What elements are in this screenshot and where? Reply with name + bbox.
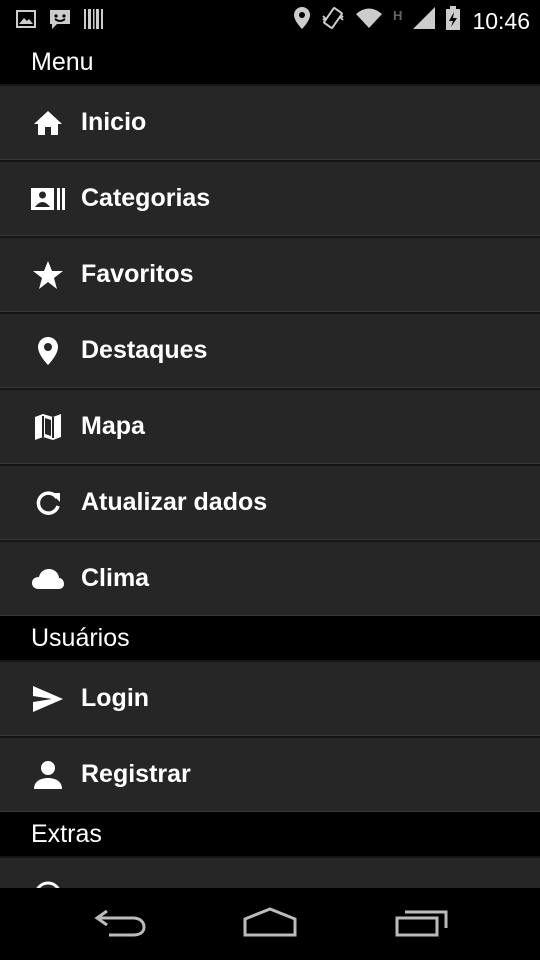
section-header-menu: Menu (0, 40, 540, 84)
menu-item-atualizar-dados[interactable]: Atualizar dados (0, 464, 540, 540)
notification-icons (16, 8, 104, 35)
recents-button[interactable] (392, 906, 452, 942)
wifi-icon (355, 7, 383, 34)
menu-item-label: Inicio (81, 108, 147, 136)
signal-icon (412, 6, 436, 35)
system-icons: H 10:46 (293, 6, 530, 35)
info-icon (30, 877, 66, 888)
menu-item-favoritos[interactable]: Favoritos (0, 236, 540, 312)
home-button[interactable] (240, 906, 300, 942)
network-type-badge: H (393, 8, 403, 23)
menu-item-label: Destaques (81, 336, 208, 364)
menu-item-destaques[interactable]: Destaques (0, 312, 540, 388)
battery-charging-icon (446, 6, 461, 35)
star-icon (30, 257, 66, 293)
menu-item-login[interactable]: Login (0, 660, 540, 736)
menu-item-categorias[interactable]: Categorias (0, 160, 540, 236)
barcode-notification-icon (84, 8, 104, 35)
section-title: Usuários (31, 623, 130, 652)
map-icon (30, 409, 66, 445)
vibrate-icon (321, 6, 345, 35)
cloud-icon (30, 561, 66, 597)
menu-item-label: Favoritos (81, 260, 194, 288)
recents-icon (395, 907, 449, 942)
menu-item-label: Mapa (81, 412, 145, 440)
back-icon (93, 907, 147, 942)
clock: 10:46 (472, 7, 530, 34)
section-title: Extras (31, 819, 102, 848)
menu-item-registrar[interactable]: Registrar (0, 736, 540, 812)
section-header-extras: Extras (0, 812, 540, 856)
menu-item-label: Atualizar dados (81, 488, 268, 516)
back-button[interactable] (90, 906, 150, 942)
refresh-icon (30, 485, 66, 521)
menu-item-inicio[interactable]: Inicio (0, 84, 540, 160)
section-title: Menu (31, 47, 94, 76)
navigation-drawer[interactable]: Menu Inicio Categorias Favoritos Destaqu… (0, 40, 540, 888)
image-notification-icon (16, 9, 36, 34)
map-pin-icon (30, 333, 66, 369)
menu-item-label: Registrar (81, 760, 191, 788)
menu-item-mapa[interactable]: Mapa (0, 388, 540, 464)
section-header-usuarios: Usuários (0, 616, 540, 660)
chat-notification-icon (48, 8, 72, 35)
status-bar: H 10:46 (0, 0, 540, 40)
menu-item-label: Clima (81, 564, 150, 592)
menu-item-clima[interactable]: Clima (0, 540, 540, 616)
menu-item-partial[interactable] (0, 856, 540, 888)
categories-icon (30, 181, 66, 217)
menu-item-label: Categorias (81, 184, 211, 212)
home-icon (30, 105, 66, 141)
location-icon (293, 6, 311, 35)
menu-item-label: Login (81, 684, 150, 712)
home-nav-icon (242, 906, 298, 942)
person-icon (30, 757, 66, 793)
send-icon (30, 681, 66, 717)
navigation-bar (0, 888, 540, 960)
